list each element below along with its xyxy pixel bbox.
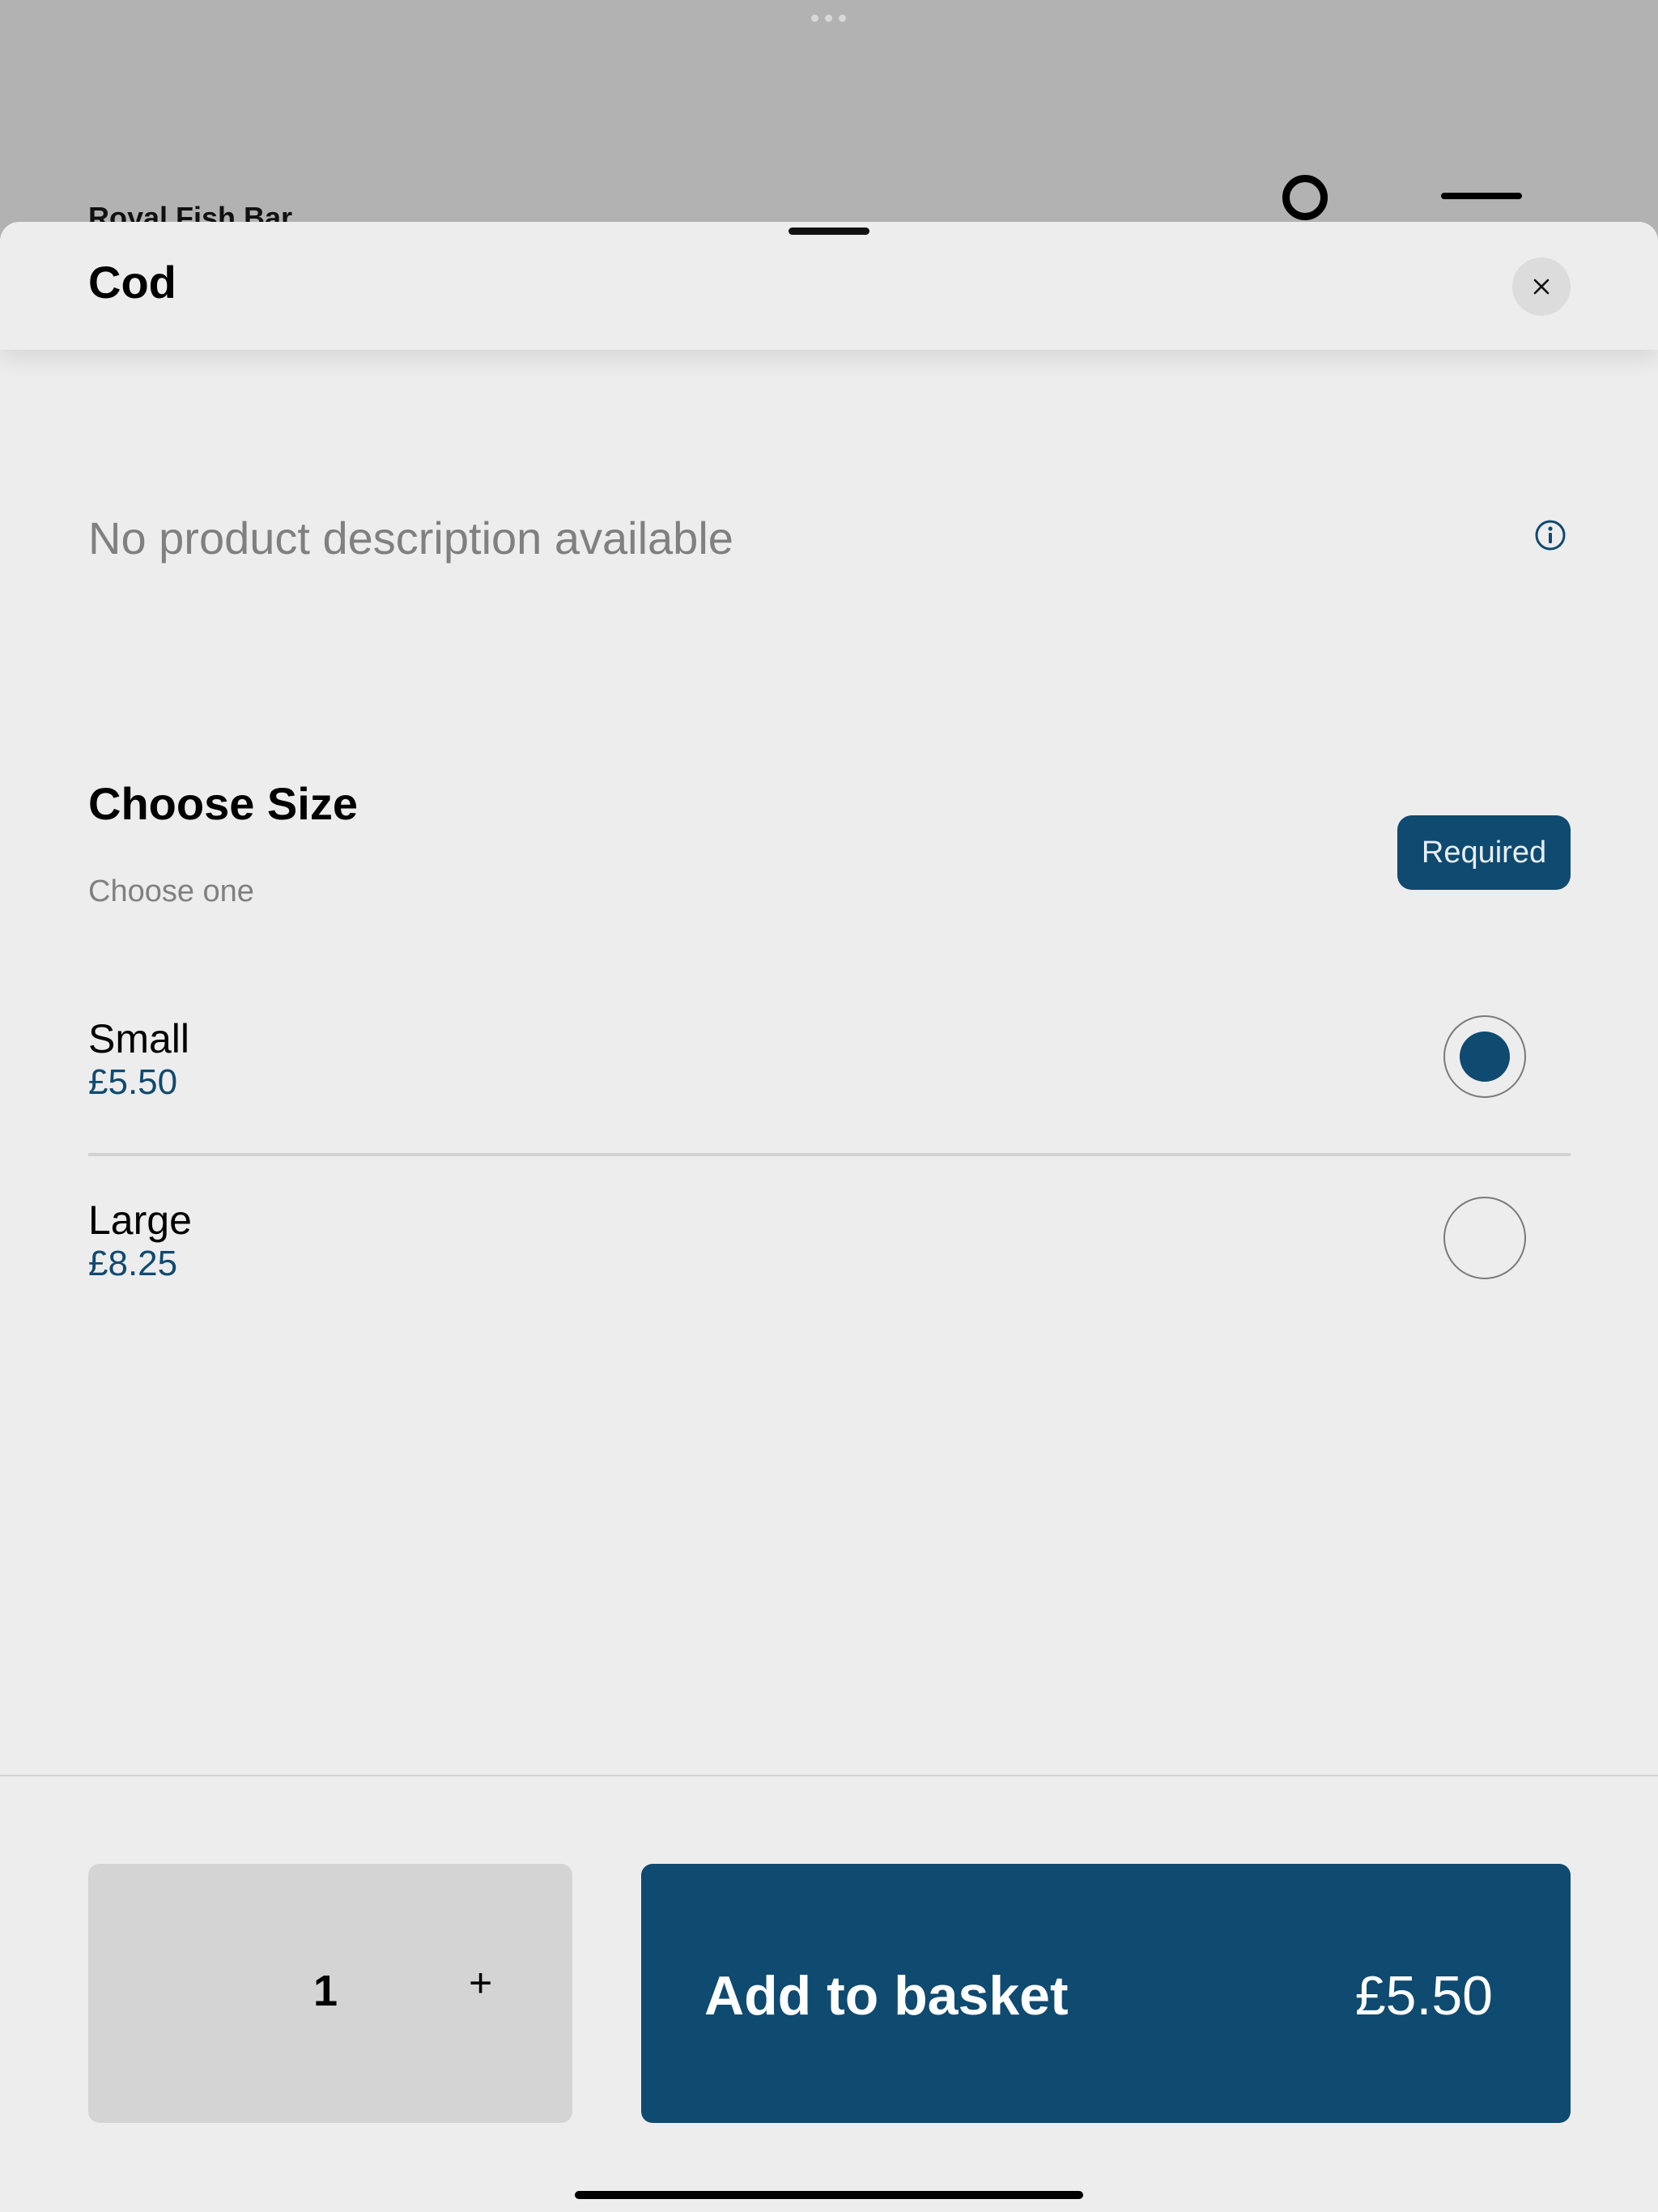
- close-icon: [1533, 279, 1550, 295]
- home-indicator: [575, 2191, 1083, 2199]
- product-sheet: Cod No product description available Cho…: [0, 222, 1658, 2212]
- add-to-basket-button[interactable]: Add to basket £5.50: [641, 1864, 1571, 2123]
- option-name: Small: [88, 1016, 190, 1061]
- sheet-grabber[interactable]: [789, 228, 869, 235]
- increment-button[interactable]: +: [469, 1959, 492, 2006]
- add-to-basket-label: Add to basket: [704, 1965, 1069, 2027]
- radio-selected-dot: [1460, 1032, 1510, 1082]
- product-title: Cod: [88, 257, 176, 308]
- quantity-stepper: 1 +: [88, 1864, 572, 2123]
- size-option-small[interactable]: Small £5.50: [88, 1015, 1571, 1161]
- sheet-header: Cod: [0, 222, 1658, 350]
- search-icon[interactable]: [1282, 175, 1328, 220]
- option-price: £8.25: [88, 1244, 178, 1283]
- size-option-large[interactable]: Large £8.25: [88, 1197, 1571, 1342]
- app-screen: Royal Fish Bar Cod No product descriptio…: [0, 0, 1658, 2212]
- footer-divider: [0, 1775, 1658, 1776]
- radio-small[interactable]: [1443, 1015, 1526, 1098]
- modifier-group-title: Choose Size: [88, 778, 358, 829]
- more-dots-icon[interactable]: [811, 15, 846, 22]
- add-to-basket-price: £5.50: [1354, 1965, 1493, 2027]
- close-button[interactable]: [1512, 257, 1571, 316]
- option-price: £5.50: [88, 1062, 178, 1102]
- quantity-value: 1: [313, 1967, 338, 2015]
- product-description: No product description available: [88, 513, 733, 564]
- required-badge: Required: [1397, 815, 1571, 890]
- info-icon[interactable]: [1533, 518, 1567, 552]
- option-name: Large: [88, 1197, 192, 1243]
- radio-large[interactable]: [1443, 1197, 1526, 1279]
- option-divider: [88, 1153, 1571, 1156]
- modifier-group-subtitle: Choose one: [88, 874, 254, 908]
- menu-icon[interactable]: [1441, 193, 1522, 199]
